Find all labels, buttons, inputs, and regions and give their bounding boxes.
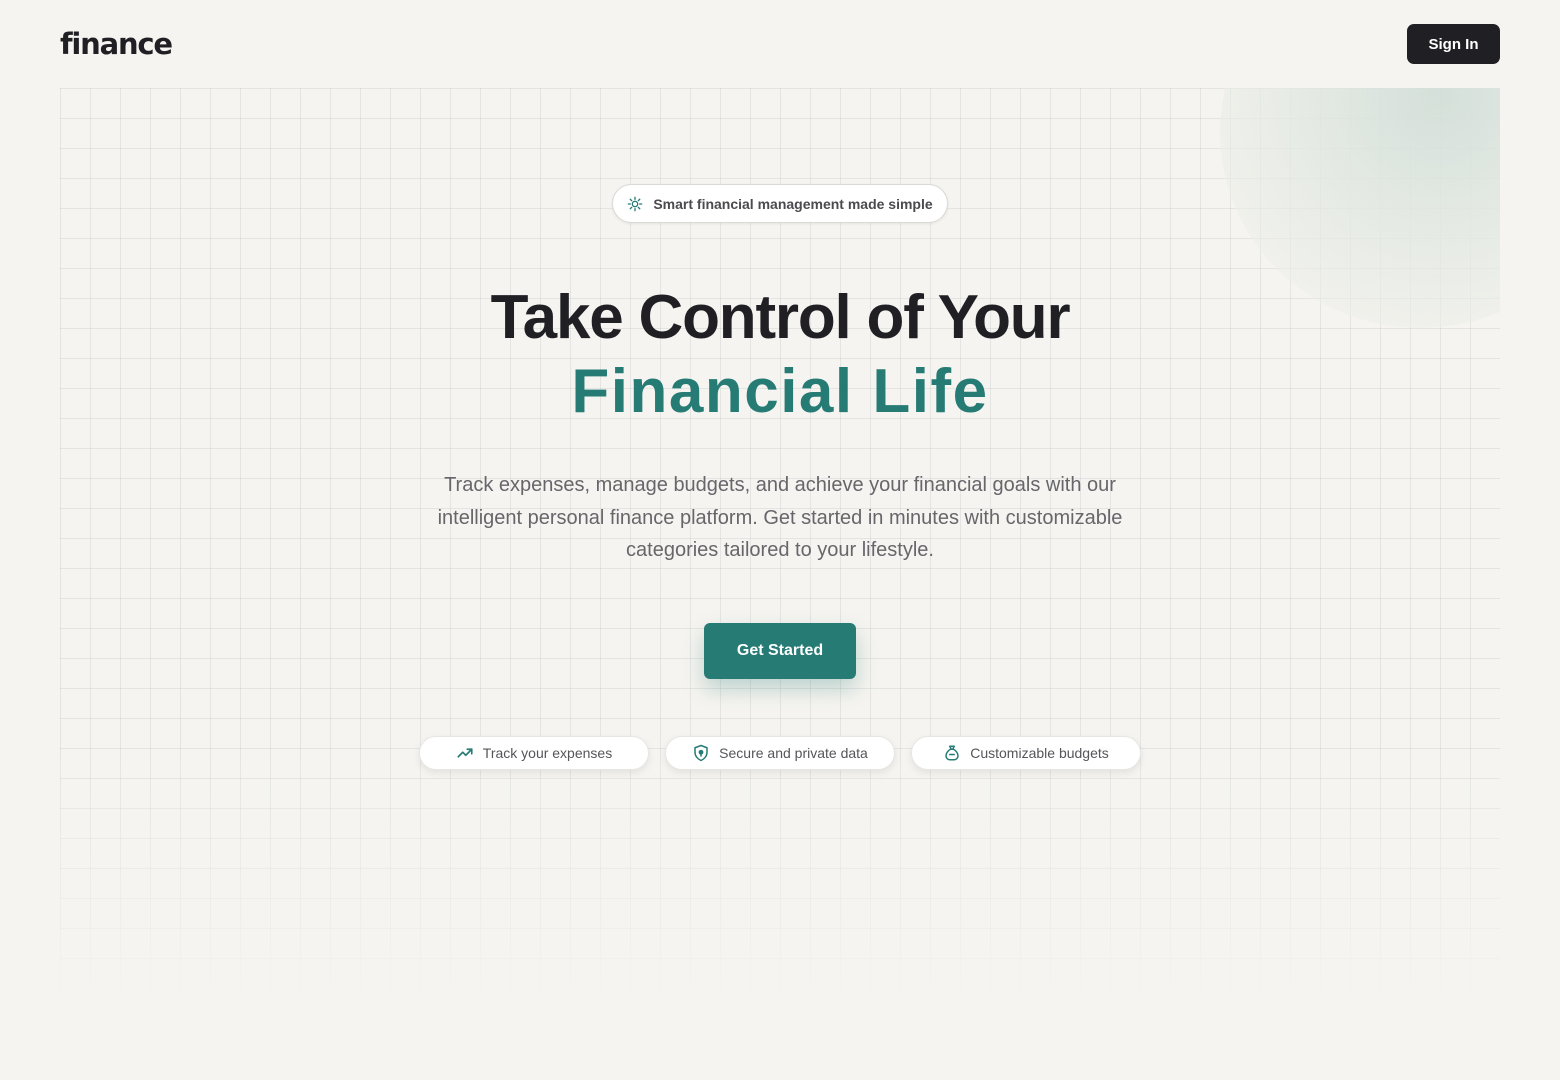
hero-title-line-2: Financial Life bbox=[571, 357, 989, 426]
sign-in-button[interactable]: Sign In bbox=[1407, 24, 1500, 64]
sparkle-icon bbox=[627, 196, 643, 211]
money-bag-icon bbox=[945, 745, 959, 761]
landing-page: finance Sign In Smart financial manageme… bbox=[0, 0, 1560, 1080]
feature-pill-custom-budgets: Customizable budgets bbox=[911, 736, 1141, 770]
feature-pill-track-expenses: Track your expenses bbox=[419, 736, 649, 770]
feature-pill-secure-data: Secure and private data bbox=[665, 736, 895, 770]
logo[interactable]: finance bbox=[60, 24, 173, 64]
tagline-badge: Smart financial management made simple bbox=[612, 184, 948, 223]
hero-description: Track expenses, manage budgets, and achi… bbox=[437, 474, 1123, 561]
feature-pill-label: Customizable budgets bbox=[970, 745, 1109, 761]
feature-pill-label: Secure and private data bbox=[719, 745, 868, 761]
site-header: finance Sign In bbox=[60, 24, 1500, 64]
tagline-badge-text: Smart financial management made simple bbox=[653, 195, 933, 212]
get-started-button[interactable]: Get Started bbox=[704, 623, 856, 679]
feature-pill-label: Track your expenses bbox=[482, 745, 613, 761]
hero-title-line-1: Take Control of Your bbox=[490, 283, 1071, 352]
trending-up-icon bbox=[457, 748, 473, 758]
shield-icon bbox=[694, 744, 708, 762]
